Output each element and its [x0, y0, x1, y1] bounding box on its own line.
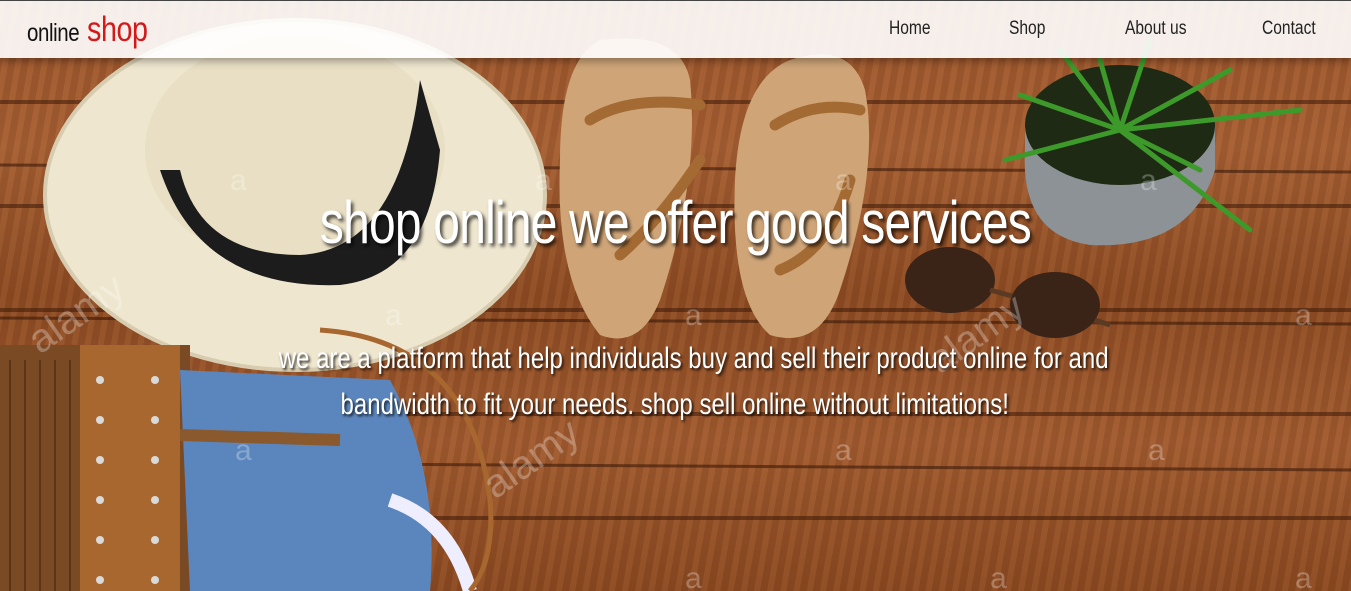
- watermark-letter: a: [235, 434, 252, 467]
- hero-headline-text: shop online we offer good services: [319, 189, 1032, 256]
- brand-prefix: online: [27, 19, 80, 47]
- bag-image: [0, 345, 190, 591]
- watermark-letter: a: [835, 434, 852, 467]
- brand-logo[interactable]: online shop: [27, 10, 161, 54]
- top-navbar: online shop Home Shop About us Contact: [0, 0, 1351, 58]
- nav-contact-link[interactable]: Contact: [1262, 18, 1316, 40]
- watermark-letter: a: [1295, 562, 1312, 591]
- brand-name: shop: [87, 10, 148, 49]
- watermark-letter: a: [385, 299, 402, 332]
- watermark-letter: a: [1148, 434, 1165, 467]
- nav-shop-link[interactable]: Shop: [1009, 18, 1045, 40]
- watermark-letter: a: [990, 562, 1007, 591]
- nav-home-link[interactable]: Home: [889, 18, 931, 40]
- hero-subtext: we are a platform that help individuals …: [175, 336, 1175, 428]
- hero-photo: alamy alamy alamy a a a a a a a a a a a …: [0, 18, 1351, 591]
- watermark-letter: a: [685, 562, 702, 591]
- hero-subtext-line-2: bandwidth to fit your needs. shop sell o…: [340, 388, 1010, 421]
- watermark-letter: a: [1295, 299, 1312, 332]
- watermark-letter: a: [685, 299, 702, 332]
- nav-about-link[interactable]: About us: [1125, 18, 1187, 40]
- hero-background: alamy alamy alamy a a a a a a a a a a a …: [0, 0, 1351, 591]
- hero-subtext-line-1: we are a platform that help individuals …: [278, 342, 1109, 375]
- hero-headline: shop online we offer good services: [0, 188, 1351, 257]
